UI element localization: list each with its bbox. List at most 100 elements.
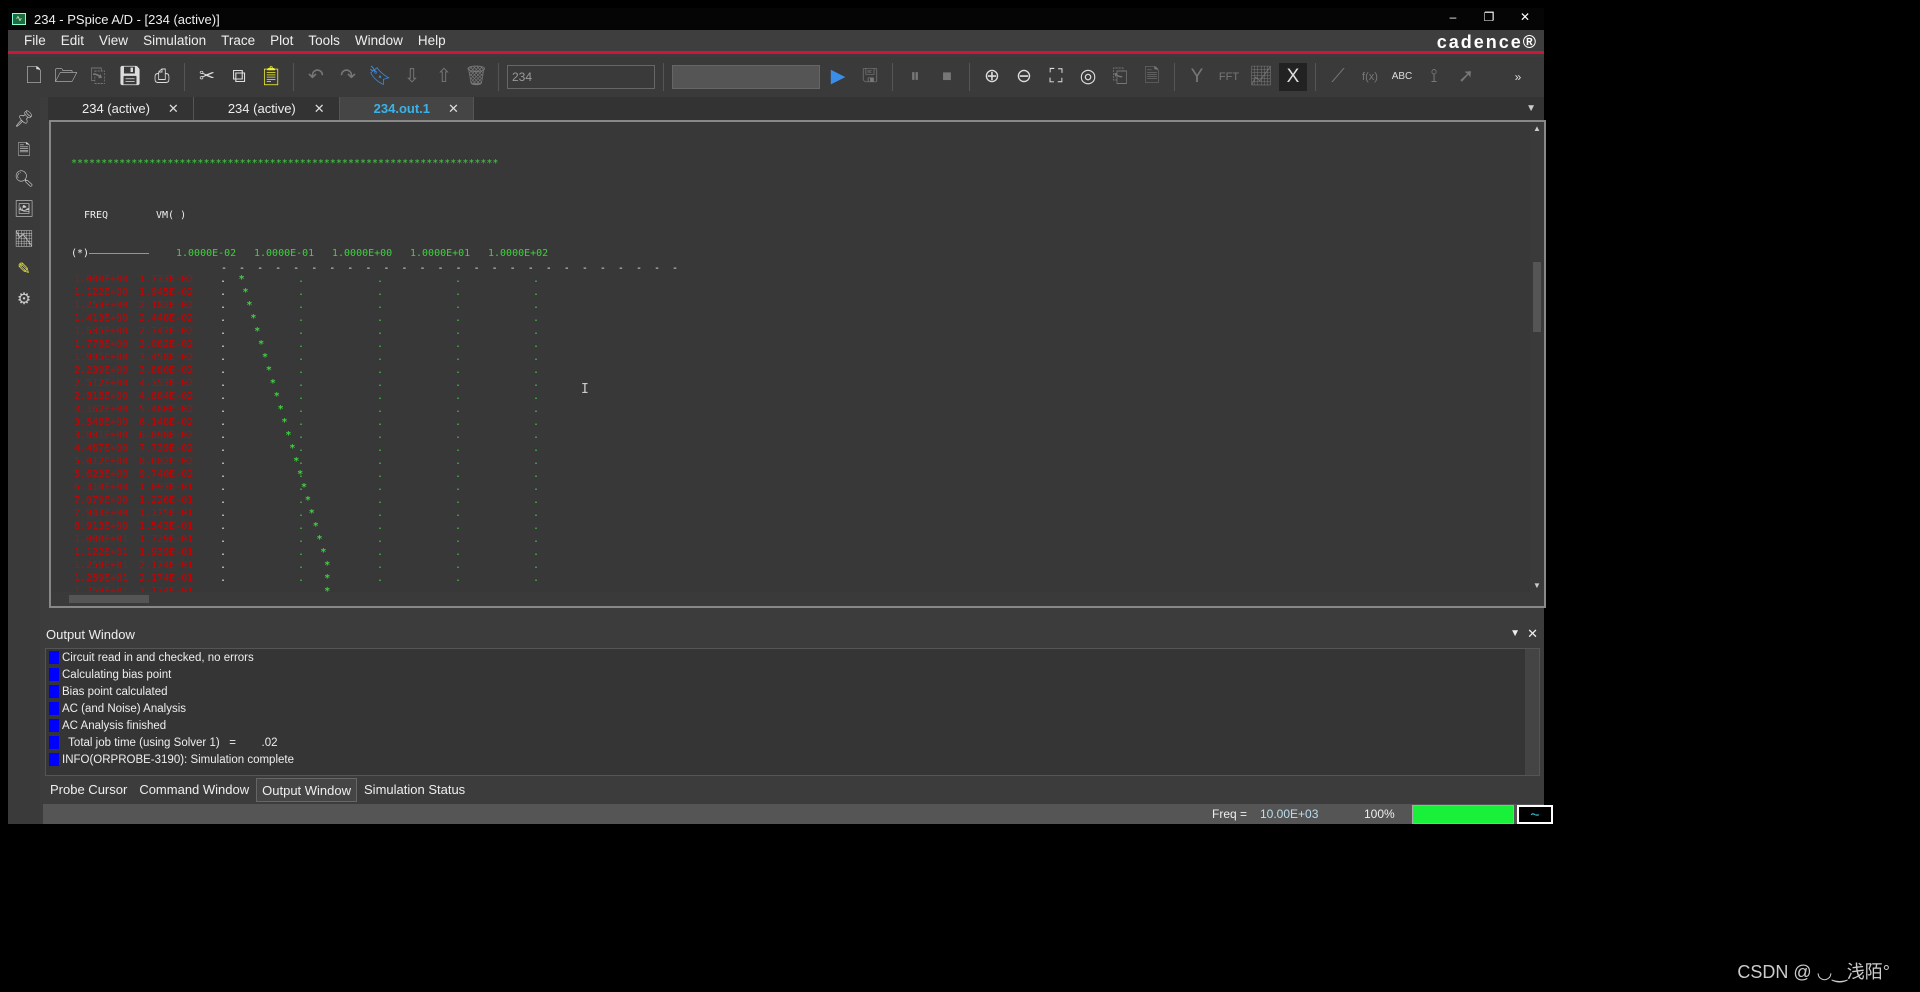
clear-bookmarks-icon[interactable]: 🗑︎ xyxy=(462,63,490,91)
vertical-scrollbar[interactable]: ▲ ▼ xyxy=(1530,122,1544,592)
grid-dot: . xyxy=(455,469,462,480)
grid-dot: . xyxy=(220,521,227,532)
tab-234-out-1[interactable]: 234.out.1 ✕ xyxy=(339,97,474,121)
vm-value: 2.174E-01 xyxy=(139,560,194,571)
zoom-fit-icon[interactable]: ◎ xyxy=(1074,63,1102,91)
data-point: * xyxy=(281,417,288,428)
next-bookmark-icon[interactable]: ⇩ xyxy=(398,63,426,91)
zoom-out-icon[interactable]: ⊖ xyxy=(1010,63,1038,91)
minimize-button[interactable]: – xyxy=(1438,10,1468,24)
data-point: * xyxy=(273,391,280,402)
add-y-axis-icon[interactable]: Y xyxy=(1183,63,1211,91)
menu-bar: File Edit View Simulation Trace Plot Too… xyxy=(8,30,1544,54)
x-axis-icon[interactable]: X xyxy=(1279,63,1307,91)
grid-dot: . xyxy=(377,339,384,350)
grid-dot: . xyxy=(220,430,227,441)
zoom-area-icon[interactable]: ⛶ xyxy=(1042,63,1070,91)
eval-goal-function-icon[interactable]: f(x) xyxy=(1356,63,1384,91)
toolbar-overflow-icon[interactable]: » xyxy=(1504,63,1532,91)
copy-icon[interactable]: ⧉ xyxy=(225,63,253,91)
grid-dot: . xyxy=(298,391,305,402)
menu-file[interactable]: File xyxy=(24,33,46,48)
output-scrollbar[interactable] xyxy=(1525,649,1539,775)
grid-dot: . xyxy=(377,404,384,415)
profile-input[interactable] xyxy=(507,65,655,89)
separator-stars: ****************************************… xyxy=(71,158,499,169)
tab-list-dropdown-icon[interactable]: ▼ xyxy=(1526,97,1536,121)
tab-234-active-2[interactable]: 234 (active) ✕ xyxy=(194,97,340,121)
tab-probe-cursor[interactable]: Probe Cursor xyxy=(45,778,132,802)
grid-dot: . xyxy=(455,274,462,285)
copy-plot-icon[interactable]: ⎗ xyxy=(1106,63,1134,91)
paste-icon[interactable]: 📋︎ xyxy=(257,63,285,91)
menu-trace[interactable]: Trace xyxy=(221,33,255,48)
panel-dropdown-icon[interactable]: ▼ xyxy=(1510,628,1520,639)
pause-icon[interactable]: ⏸ xyxy=(901,63,929,91)
panel-close-icon[interactable]: ✕ xyxy=(1527,626,1538,642)
prev-bookmark-icon[interactable]: ⇧ xyxy=(430,63,458,91)
zoom-in-icon[interactable]: ⊕ xyxy=(978,63,1006,91)
data-point: * xyxy=(242,287,249,298)
menu-simulation[interactable]: Simulation xyxy=(143,33,206,48)
vm-value: 7.739E-02 xyxy=(139,443,194,454)
marker-icon[interactable]: ✎ xyxy=(13,259,35,281)
undo-icon[interactable]: ↶ xyxy=(302,63,330,91)
new-simulation-icon[interactable]: ⎘ xyxy=(84,63,112,91)
grid-dot: . xyxy=(220,300,227,311)
print-icon[interactable]: ⎙ xyxy=(148,63,176,91)
menu-window[interactable]: Window xyxy=(355,33,403,48)
view-simulation-icon[interactable]: 🔍︎ xyxy=(13,169,35,191)
cut-icon[interactable]: ✂ xyxy=(193,63,221,91)
status-bar: Freq = 10.00E+03 100% ⏦ xyxy=(43,804,1553,824)
run-icon[interactable]: ▶ xyxy=(824,63,852,91)
horizontal-scrollbar[interactable] xyxy=(51,592,1544,606)
tab-command-window[interactable]: Command Window xyxy=(134,778,254,802)
close-button[interactable]: ✕ xyxy=(1510,10,1540,24)
bookmark-icon[interactable]: 🔖︎ xyxy=(366,63,394,91)
performance-analysis-icon[interactable]: 📈︎ xyxy=(1247,63,1275,91)
tab-output-window[interactable]: Output Window xyxy=(256,778,358,802)
vm-value: 1.093E-01 xyxy=(139,482,194,493)
restore-button[interactable]: ❐ xyxy=(1474,10,1504,24)
tab-simulation-status[interactable]: Simulation Status xyxy=(359,778,470,802)
log-line: AC Analysis finished xyxy=(46,717,1539,734)
document-icon[interactable]: 🗎 xyxy=(1138,63,1166,91)
menu-plot[interactable]: Plot xyxy=(270,33,293,48)
menu-edit[interactable]: Edit xyxy=(61,33,84,48)
select-icon[interactable]: ➚ xyxy=(1452,63,1480,91)
tab-label: 234 (active) xyxy=(82,101,150,116)
tab-234-active-1[interactable]: 234 (active) ✕ xyxy=(48,97,194,121)
stop-icon[interactable]: ⏹ xyxy=(933,63,961,91)
mark-data-points-icon[interactable]: ⟟ xyxy=(1420,63,1448,91)
close-tab-icon[interactable]: ✕ xyxy=(448,101,459,121)
close-tab-icon[interactable]: ✕ xyxy=(314,101,325,121)
fft-icon[interactable]: FFT xyxy=(1215,63,1243,91)
pin-icon[interactable]: 📌︎ xyxy=(13,109,35,131)
grid-dot: . xyxy=(298,274,305,285)
freq-value: 1.122E+01 xyxy=(74,547,129,558)
menu-view[interactable]: View xyxy=(99,33,128,48)
output-log: Circuit read in and checked, no errors Ca… xyxy=(45,648,1540,776)
add-trace-icon[interactable]: ⟋ xyxy=(1324,63,1352,91)
open-folder-icon[interactable]: 🗁 xyxy=(52,63,80,91)
grid-dot: . xyxy=(377,508,384,519)
probe-window-icon[interactable]: 🖼︎ xyxy=(13,199,35,221)
grid-dot: . xyxy=(220,287,227,298)
menu-tools[interactable]: Tools xyxy=(308,33,340,48)
vm-value: 1.729E-01 xyxy=(139,534,194,545)
grid-dot: . xyxy=(298,417,305,428)
close-tab-icon[interactable]: ✕ xyxy=(168,101,179,121)
redo-icon[interactable]: ↷ xyxy=(334,63,362,91)
new-file-icon[interactable]: 🗋 xyxy=(20,63,48,91)
simulation-settings-icon[interactable]: 🗎 xyxy=(13,139,35,161)
menu-help[interactable]: Help xyxy=(418,33,446,48)
add-text-label-icon[interactable]: ABC xyxy=(1388,63,1416,91)
settings-gear-icon[interactable]: ⚙ xyxy=(13,289,35,311)
save-icon[interactable]: 💾︎ xyxy=(116,63,144,91)
waveform-icon[interactable]: 📉︎ xyxy=(13,229,35,251)
simulation-select[interactable] xyxy=(672,65,820,89)
freq-value: 5.623E+00 xyxy=(74,469,129,480)
save-sim-icon[interactable]: 🖫 xyxy=(856,63,884,91)
grid-dot: . xyxy=(377,365,384,376)
grid-dot: . xyxy=(455,443,462,454)
